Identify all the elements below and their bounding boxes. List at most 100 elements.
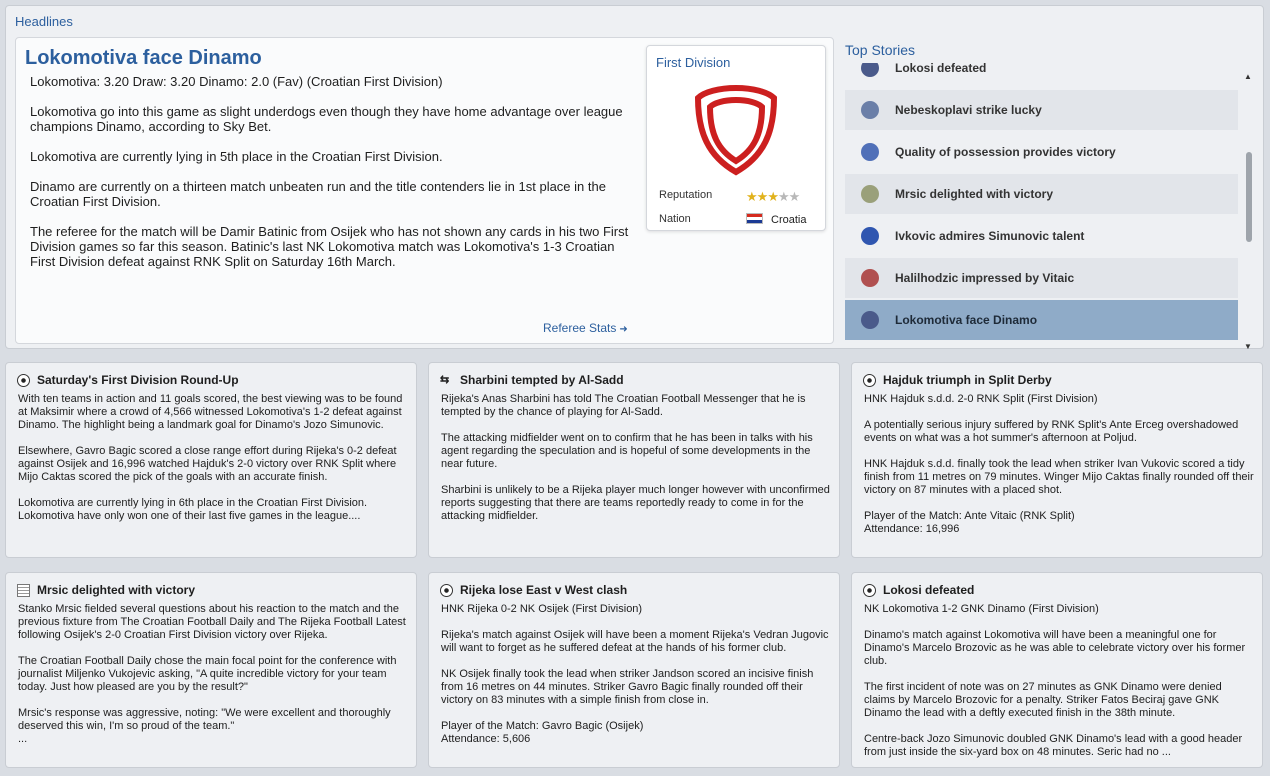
top-stories: Top Stories Lokosi defeated Nebeskoplavi… <box>845 36 1263 351</box>
news-card-body: With ten teams in action and 11 goals sc… <box>18 393 408 536</box>
news-paragraph: HNK Hajduk s.d.d. 2-0 RNK Split (First D… <box>864 393 1098 405</box>
news-card-body: HNK Rijeka 0-2 NK Osijek (First Division… <box>441 603 831 759</box>
news-paragraph: Stanko Mrsic fielded several questions a… <box>18 603 406 641</box>
news-paragraph: The first incident of note was on 27 min… <box>864 681 1222 719</box>
news-paragraph: Rijeka's Anas Sharbini has told The Croa… <box>441 393 806 418</box>
newspaper-icon <box>17 583 30 597</box>
football-icon <box>863 373 876 387</box>
news-paragraph: Rijeka's match against Osijek will have … <box>441 629 829 654</box>
scrollbar-thumb[interactable] <box>1246 152 1252 242</box>
news-card-title[interactable]: Saturday's First Division Round-Up <box>37 373 239 387</box>
club-crest-icon <box>861 227 879 245</box>
news-card-header: Rijeka lose East v West clash <box>440 583 627 597</box>
news-paragraph: HNK Rijeka 0-2 NK Osijek (First Division… <box>441 603 643 615</box>
news-card-title[interactable]: Hajduk triumph in Split Derby <box>883 373 1052 387</box>
odds-line: Lokomotiva: 3.20 Draw: 3.20 Dinamo: 2.0 … <box>30 74 443 89</box>
list-item-label: Halilhodzic impressed by Vitaic <box>895 271 1075 285</box>
scrollbar[interactable]: ▲ ▼ <box>1244 68 1254 351</box>
nation-label: Nation <box>659 213 691 225</box>
news-paragraph: With ten teams in action and 11 goals sc… <box>18 393 403 431</box>
club-crest-icon <box>861 101 879 119</box>
news-card[interactable]: Rijeka lose East v West clash HNK Rijeka… <box>428 572 840 768</box>
news-paragraph: Centre-back Jozo Simunovic doubled GNK D… <box>864 733 1243 758</box>
nation-name: Croatia <box>771 214 807 226</box>
news-card[interactable]: Saturday's First Division Round-Up With … <box>5 362 417 558</box>
club-card: First Division Reputation ★★★★★ Nation C… <box>646 45 826 231</box>
story-paragraph: Lokomotiva are currently lying in 5th pl… <box>30 149 443 164</box>
scroll-down-icon[interactable]: ▼ <box>1244 342 1252 351</box>
story-paragraph: Lokomotiva go into this game as slight u… <box>30 104 623 134</box>
list-item-label: Lokosi defeated <box>895 63 987 75</box>
news-card[interactable]: Lokosi defeated NK Lokomotiva 1-2 GNK Di… <box>851 572 1263 768</box>
top-stories-title: Top Stories <box>845 42 916 58</box>
list-item-label: Quality of possession provides victory <box>895 145 1116 159</box>
news-card-header: Saturday's First Division Round-Up <box>17 373 239 387</box>
club-crest-icon <box>861 63 879 77</box>
star-icon: ★ <box>746 189 758 204</box>
news-paragraph: Elsewhere, Gavro Bagic scored a close ra… <box>18 445 397 483</box>
list-item[interactable]: Ivkovic admires Simunovic talent <box>845 216 1238 256</box>
section-title: Headlines <box>15 14 73 29</box>
news-paragraph: NK Osijek finally took the lead when str… <box>441 668 814 706</box>
nation-value[interactable]: Croatia <box>746 213 806 226</box>
football-icon <box>863 583 876 597</box>
story-paragraph: Dinamo are currently on a thirteen match… <box>30 179 606 209</box>
news-card-title[interactable]: Mrsic delighted with victory <box>37 583 195 597</box>
story-title[interactable]: Lokomotiva face Dinamo <box>25 47 262 70</box>
news-card-title[interactable]: Rijeka lose East v West clash <box>460 583 627 597</box>
shield-crest-icon <box>694 84 778 176</box>
news-paragraph: Sharbini is unlikely to be a Rijeka play… <box>441 484 830 522</box>
referee-stats-link[interactable]: Referee Stats ➜ <box>543 321 628 335</box>
news-paragraph: Mrsic's response was aggressive, noting:… <box>18 707 391 745</box>
star-empty-icon: ★ <box>788 189 801 204</box>
list-item-label: Lokomotiva face Dinamo <box>895 313 1038 327</box>
croatia-flag-icon <box>746 213 763 224</box>
news-paragraph: Dinamo's match against Lokomotiva will h… <box>864 629 1246 667</box>
list-item[interactable]: Mrsic delighted with victory <box>845 174 1238 214</box>
news-paragraph: Lokomotiva are currently lying in 6th pl… <box>18 497 368 522</box>
news-card-header: Lokosi defeated <box>863 583 974 597</box>
list-item[interactable]: Halilhodzic impressed by Vitaic <box>845 258 1238 298</box>
club-crest-icon <box>861 311 879 329</box>
transfer-arrows-icon: ⇆ <box>440 373 450 386</box>
club-crest-icon <box>861 185 879 203</box>
list-item[interactable]: Quality of possession provides victory <box>845 132 1238 172</box>
list-item[interactable]: Lokosi defeated <box>845 63 1238 88</box>
news-card-body: Rijeka's Anas Sharbini has told The Croa… <box>441 393 831 536</box>
news-card[interactable]: Hajduk triumph in Split Derby HNK Hajduk… <box>851 362 1263 558</box>
news-paragraph: Player of the Match: Gavro Bagic (Osijek… <box>441 720 644 745</box>
list-item[interactable]: Nebeskoplavi strike lucky <box>845 90 1238 130</box>
news-card[interactable]: Mrsic delighted with victory Stanko Mrsi… <box>5 572 417 768</box>
news-paragraph: The attacking midfielder went on to conf… <box>441 432 813 470</box>
football-icon <box>440 583 453 597</box>
star-empty-icon: ★ <box>777 189 790 204</box>
news-card-body: NK Lokomotiva 1-2 GNK Dinamo (First Divi… <box>864 603 1254 772</box>
club-crest-icon <box>861 143 879 161</box>
division-name[interactable]: First Division <box>656 55 730 70</box>
list-item-label: Nebeskoplavi strike lucky <box>895 103 1042 117</box>
news-paragraph: Player of the Match: Ante Vitaic (RNK Sp… <box>864 510 1075 535</box>
scroll-up-icon[interactable]: ▲ <box>1244 72 1252 81</box>
news-card[interactable]: ⇆ Sharbini tempted by Al-Sadd Rijeka's A… <box>428 362 840 558</box>
news-card-body: HNK Hajduk s.d.d. 2-0 RNK Split (First D… <box>864 393 1254 549</box>
star-half-icon: ★ <box>767 189 779 204</box>
arrow-right-icon: ➜ <box>619 324 628 335</box>
news-paragraph: HNK Hajduk s.d.d. finally took the lead … <box>864 458 1254 496</box>
news-paragraph: The Croatian Football Daily chose the ma… <box>18 655 397 693</box>
news-card-header: ⇆ Sharbini tempted by Al-Sadd <box>440 373 624 387</box>
news-card-header: Hajduk triumph in Split Derby <box>863 373 1052 387</box>
headlines-panel: Headlines Lokomotiva face Dinamo Lokomot… <box>5 5 1264 351</box>
list-item-label: Mrsic delighted with victory <box>895 187 1054 201</box>
reputation-label: Reputation <box>659 189 713 201</box>
news-card-body: Stanko Mrsic fielded several questions a… <box>18 603 408 759</box>
football-icon <box>17 373 30 387</box>
news-card-title[interactable]: Sharbini tempted by Al-Sadd <box>460 373 624 387</box>
list-item-selected[interactable]: Lokomotiva face Dinamo <box>845 300 1238 340</box>
news-card-title[interactable]: Lokosi defeated <box>883 583 974 597</box>
news-card-header: Mrsic delighted with victory <box>17 583 195 597</box>
list-item-label: Ivkovic admires Simunovic talent <box>895 229 1085 243</box>
story-paragraph: The referee for the match will be Damir … <box>30 224 629 269</box>
news-paragraph: NK Lokomotiva 1-2 GNK Dinamo (First Divi… <box>864 603 1099 615</box>
story-body: Lokomotiva go into this game as slight u… <box>30 104 630 284</box>
star-icon: ★ <box>756 189 769 204</box>
